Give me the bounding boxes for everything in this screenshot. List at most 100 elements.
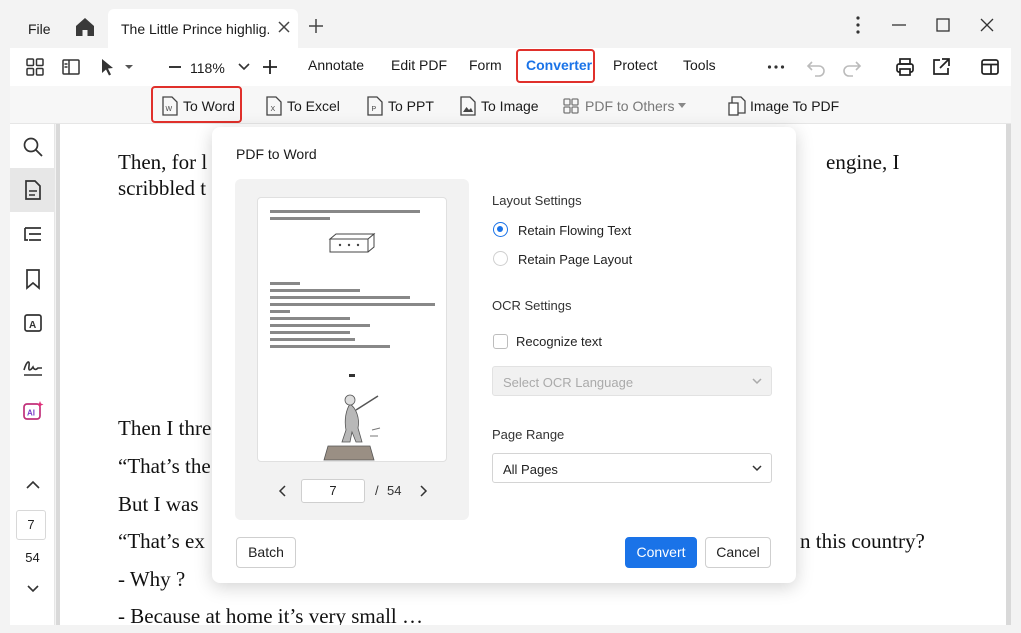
- print-icon[interactable]: [895, 57, 915, 77]
- to-image-label: To Image: [481, 98, 539, 114]
- doc-text-line: scribbled t: [118, 176, 207, 200]
- file-menu[interactable]: File: [28, 21, 51, 37]
- menu-form[interactable]: Form: [469, 57, 502, 73]
- to-ppt-button[interactable]: P To PPT: [367, 96, 434, 116]
- to-image-button[interactable]: To Image: [460, 96, 540, 116]
- page-range-value: All Pages: [503, 462, 558, 477]
- page-separator: /: [375, 483, 379, 498]
- cursor-icon[interactable]: [98, 57, 118, 77]
- menu-annotate[interactable]: Annotate: [308, 57, 364, 73]
- image-to-pdf-button[interactable]: Image To PDF: [728, 96, 840, 116]
- plus-icon[interactable]: [308, 18, 324, 34]
- page-range-select[interactable]: All Pages: [492, 453, 772, 483]
- redo-icon[interactable]: [842, 57, 862, 77]
- more-horizontal-icon[interactable]: [766, 57, 786, 77]
- doc-text-line: - Why ?: [118, 567, 186, 591]
- document-tab[interactable]: The Little Prince highlig...: [108, 9, 298, 48]
- chevron-down-icon[interactable]: [238, 60, 250, 74]
- layout-icon[interactable]: [980, 57, 1000, 77]
- menu-protect[interactable]: Protect: [613, 57, 657, 73]
- zoom-out-icon[interactable]: [168, 57, 182, 77]
- tab-title: The Little Prince highlig...: [121, 21, 269, 37]
- menu-tools[interactable]: Tools: [683, 57, 716, 73]
- chevron-down-icon[interactable]: [25, 581, 41, 597]
- left-sidebar: A AI 7 54: [10, 124, 55, 625]
- doc-text-line: n this country?: [800, 529, 925, 553]
- page-icon[interactable]: [22, 179, 44, 201]
- box-drawing-image: [328, 232, 376, 253]
- converter-highlight-box: [516, 49, 595, 83]
- image-doc-icon: [460, 96, 476, 116]
- retain-flowing-label[interactable]: Retain Flowing Text: [518, 223, 631, 238]
- maximize-icon[interactable]: [934, 16, 952, 34]
- ocr-settings-label: OCR Settings: [492, 298, 572, 313]
- excel-doc-icon: X: [266, 96, 282, 116]
- minimize-icon[interactable]: [890, 16, 908, 34]
- ocr-language-select[interactable]: Select OCR Language: [492, 366, 772, 396]
- share-export-icon[interactable]: [931, 57, 951, 77]
- zoom-level[interactable]: 118%: [190, 60, 225, 76]
- to-word-highlight-box: [151, 86, 242, 123]
- retain-page-layout-label[interactable]: Retain Page Layout: [518, 252, 632, 267]
- to-ppt-label: To PPT: [388, 98, 434, 114]
- preview-page-total: 54: [387, 483, 402, 498]
- text-box-icon[interactable]: A: [22, 312, 44, 334]
- outline-icon[interactable]: [22, 224, 44, 246]
- doc-text-line: Then, for l: [118, 150, 208, 174]
- page-range-label: Page Range: [492, 427, 565, 442]
- image-to-pdf-label: Image To PDF: [750, 98, 840, 114]
- doc-text-line: “That’s ex: [118, 529, 205, 553]
- chevron-right-icon[interactable]: [417, 483, 429, 499]
- chevron-down-icon: [752, 378, 762, 385]
- to-excel-label: To Excel: [287, 98, 340, 114]
- preview-panel: 7 / 54: [235, 179, 469, 520]
- title-bar: File The Little Prince highlig...: [0, 0, 1021, 48]
- zoom-in-icon[interactable]: [262, 57, 278, 77]
- more-vertical-icon[interactable]: [850, 15, 866, 35]
- ai-assistant-icon[interactable]: AI: [22, 400, 44, 422]
- bookmark-icon[interactable]: [22, 268, 44, 290]
- recognize-text-checkbox[interactable]: [493, 334, 508, 349]
- recognize-text-label[interactable]: Recognize text: [516, 334, 602, 349]
- svg-text:X: X: [271, 106, 276, 113]
- page-thumbnail: [257, 197, 447, 462]
- preview-page-input[interactable]: 7: [301, 479, 365, 503]
- menu-edit-pdf[interactable]: Edit PDF: [391, 57, 447, 73]
- cancel-button[interactable]: Cancel: [705, 537, 771, 568]
- panel-toggle-icon[interactable]: [61, 57, 81, 77]
- convert-button[interactable]: Convert: [625, 537, 697, 568]
- doc-text-line: But I was: [118, 492, 199, 516]
- caret-down-icon: [678, 103, 686, 108]
- search-icon[interactable]: [22, 136, 44, 158]
- doc-text-line: engine, I: [826, 150, 900, 174]
- grid-view-icon[interactable]: [25, 57, 45, 77]
- chevron-up-icon[interactable]: [24, 476, 42, 494]
- page-number-input[interactable]: 7: [16, 510, 46, 540]
- retain-flowing-radio[interactable]: [493, 222, 508, 237]
- undo-icon[interactable]: [806, 57, 826, 77]
- doc-text-line: Then I thre: [118, 416, 212, 440]
- grid-icon: [563, 98, 579, 114]
- doc-text-line: “That’s the: [118, 454, 211, 478]
- chevron-down-icon: [752, 465, 762, 472]
- pdf-to-others-button[interactable]: PDF to Others: [563, 96, 687, 116]
- pdf-to-others-label: PDF to Others: [585, 98, 675, 114]
- svg-text:AI: AI: [27, 409, 35, 418]
- dialog-title: PDF to Word: [236, 146, 317, 162]
- batch-button[interactable]: Batch: [236, 537, 296, 568]
- home-icon[interactable]: [74, 16, 96, 38]
- layout-settings-label: Layout Settings: [492, 193, 582, 208]
- doc-text-line: - Because at home it’s very small …: [118, 604, 424, 625]
- close-icon[interactable]: [276, 19, 292, 35]
- window-close-icon[interactable]: [978, 16, 996, 34]
- retain-page-layout-radio[interactable]: [493, 251, 508, 266]
- window-bottom-edge: [0, 625, 1021, 633]
- chevron-left-icon[interactable]: [277, 483, 289, 499]
- converter-toolbar: W To Word X To Excel P To PPT To Image P: [10, 86, 1011, 124]
- signature-icon[interactable]: [22, 356, 44, 378]
- svg-text:P: P: [372, 106, 377, 113]
- to-excel-button[interactable]: X To Excel: [266, 96, 340, 116]
- caret-down-icon[interactable]: [124, 62, 134, 72]
- ocr-language-placeholder: Select OCR Language: [503, 375, 634, 390]
- image-to-pdf-icon: [728, 96, 746, 116]
